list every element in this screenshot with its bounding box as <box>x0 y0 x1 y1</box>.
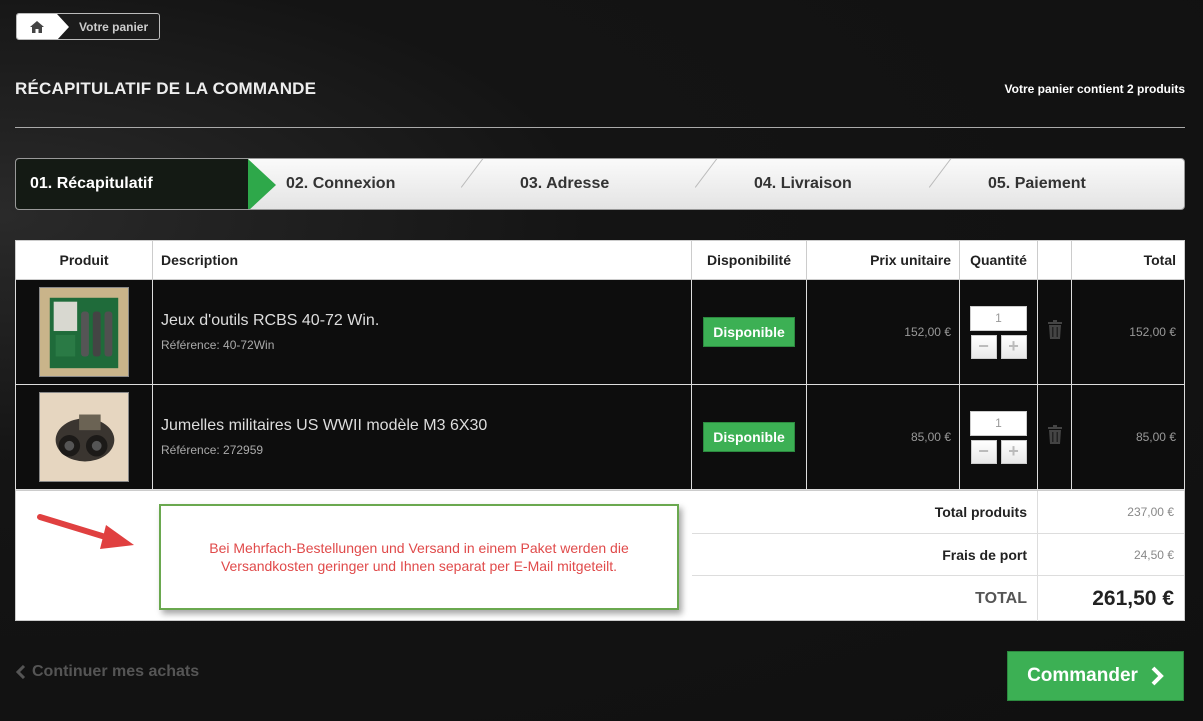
total-cell: 152,00 € <box>1071 279 1185 385</box>
step-payment[interactable]: 05. Paiement <box>950 159 1184 209</box>
summary-row-shipping: Frais de port 24,50 € <box>692 533 1184 575</box>
product-image-tools[interactable] <box>39 287 129 377</box>
header-product: Produit <box>15 240 153 280</box>
continue-shopping-label: Continuer mes achats <box>32 663 200 680</box>
header-quantity: Quantité <box>959 240 1038 280</box>
checkout-steps: 01. Récapitulatif 02. Connexion 03. Adre… <box>15 158 1185 210</box>
product-name[interactable]: Jeux d'outils RCBS 40-72 Win. <box>153 312 691 330</box>
chevron-left-icon <box>16 665 26 679</box>
breadcrumb: Votre panier <box>16 13 160 40</box>
total-cell: 85,00 € <box>1071 384 1185 490</box>
quantity-decrease-button[interactable]: − <box>970 439 997 464</box>
product-reference: Référence: 40-72Win <box>161 338 275 352</box>
product-name[interactable]: Jumelles militaires US WWII modèle M3 6X… <box>153 417 691 435</box>
chevron-right-icon <box>1151 666 1164 686</box>
shipping-label: Frais de port <box>692 534 1038 575</box>
page-title: RÉCAPITULATIF DE LA COMMANDE <box>15 79 317 98</box>
quantity-cell: 1 − + <box>959 384 1038 490</box>
product-cell <box>15 384 153 490</box>
unit-price-cell: 152,00 € <box>806 279 960 385</box>
home-icon <box>30 20 44 33</box>
continue-shopping-link[interactable]: Continuer mes achats <box>16 663 199 681</box>
quantity-decrease-button[interactable]: − <box>970 334 997 359</box>
availability-badge: Disponible <box>703 317 795 347</box>
header-description: Description <box>152 240 692 280</box>
line-total: 85,00 € <box>1135 430 1176 444</box>
step-shipping[interactable]: 04. Livraison <box>716 159 950 209</box>
breadcrumb-current: Votre panier <box>79 19 149 34</box>
header-unit-price: Prix unitaire <box>806 240 960 280</box>
product-reference: Référence: 272959 <box>161 443 264 457</box>
step-login[interactable]: 02. Connexion <box>248 159 482 209</box>
delete-cell <box>1037 279 1072 385</box>
home-link[interactable] <box>17 14 69 39</box>
trash-icon[interactable] <box>1047 320 1063 339</box>
delete-cell <box>1037 384 1072 490</box>
products-total-label: Total produits <box>692 491 1038 533</box>
quantity-input[interactable]: 1 <box>970 410 1027 436</box>
grand-total-label: TOTAL <box>692 576 1038 621</box>
grand-total-value: 261,50 € <box>1092 586 1174 610</box>
unit-price-cell: 85,00 € <box>806 384 960 490</box>
cart-table: Produit Description Disponibilité Prix u… <box>15 240 1185 490</box>
unit-price: 85,00 € <box>910 430 951 444</box>
header-total: Total <box>1071 240 1185 280</box>
arrow-icon <box>37 514 134 549</box>
divider <box>15 127 1185 128</box>
quantity-input[interactable]: 1 <box>970 305 1027 331</box>
product-cell <box>15 279 153 385</box>
cart-count: Votre panier contient 2 produits <box>1004 82 1185 96</box>
shipping-value: 24,50 € <box>1133 547 1174 562</box>
product-image-binoculars[interactable] <box>39 392 129 482</box>
summary-row-products: Total produits 237,00 € <box>692 491 1184 533</box>
step-address[interactable]: 03. Adresse <box>482 159 716 209</box>
shipping-notice: Bei Mehrfach-Bestellungen und Versand in… <box>159 504 679 610</box>
trash-icon[interactable] <box>1047 425 1063 444</box>
quantity-increase-button[interactable]: + <box>1000 334 1027 359</box>
table-row: Jeux d'outils RCBS 40-72 Win. Référence:… <box>15 279 1185 385</box>
quantity-cell: 1 − + <box>959 279 1038 385</box>
quantity-increase-button[interactable]: + <box>1000 439 1027 464</box>
header-availability: Disponibilité <box>691 240 807 280</box>
description-cell: Jeux d'outils RCBS 40-72 Win. Référence:… <box>152 279 692 385</box>
availability-cell: Disponible <box>691 279 807 385</box>
step-summary[interactable]: 01. Récapitulatif <box>16 159 276 209</box>
table-header: Produit Description Disponibilité Prix u… <box>15 240 1185 280</box>
order-summary: Bei Mehrfach-Bestellungen und Versand in… <box>15 490 1185 621</box>
header-delete <box>1037 240 1072 280</box>
line-total: 152,00 € <box>1129 325 1176 339</box>
availability-badge: Disponible <box>703 422 795 452</box>
order-button[interactable]: Commander <box>1007 651 1184 701</box>
unit-price: 152,00 € <box>904 325 951 339</box>
availability-cell: Disponible <box>691 384 807 490</box>
summary-row-total: TOTAL 261,50 € <box>692 575 1184 621</box>
table-row: Jumelles militaires US WWII modèle M3 6X… <box>15 384 1185 490</box>
products-total-value: 237,00 € <box>1127 505 1174 519</box>
description-cell: Jumelles militaires US WWII modèle M3 6X… <box>152 384 692 490</box>
order-button-label: Commander <box>1027 665 1138 686</box>
